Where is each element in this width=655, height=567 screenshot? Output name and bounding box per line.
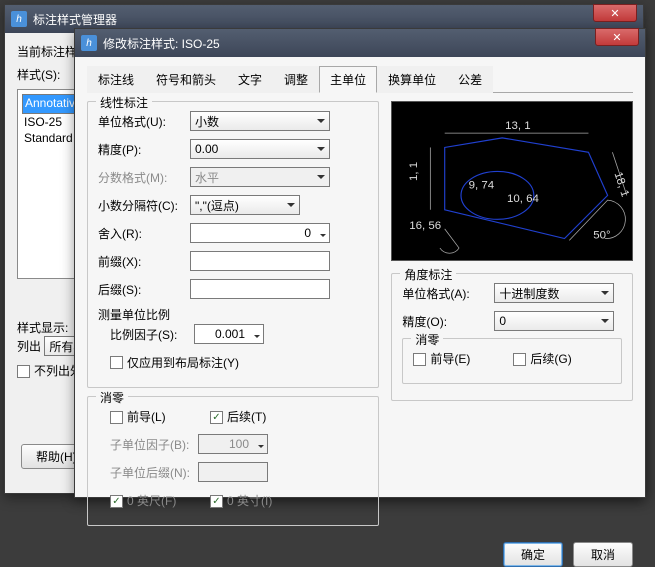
tab-alt-units[interactable]: 换算单位 — [377, 66, 447, 93]
leading-checkbox[interactable] — [110, 411, 123, 424]
layout-only-checkbox[interactable] — [110, 356, 123, 369]
prefix-label: 前缀(X): — [98, 253, 190, 270]
fraction-label: 分数格式(M): — [98, 169, 190, 186]
app-icon: h — [11, 11, 27, 27]
ok-button[interactable]: 确定 — [503, 542, 563, 567]
ang-format-label: 单位格式(A): — [402, 285, 494, 302]
dialog-footer: 确定 取消 — [87, 534, 633, 567]
svg-text:50°: 50° — [594, 229, 611, 241]
ang-precision-label: 精度(O): — [402, 313, 494, 330]
round-input[interactable] — [190, 223, 330, 243]
suffix-input[interactable] — [190, 279, 330, 299]
parent-close-button[interactable]: ✕ — [593, 4, 637, 22]
subsuffix-input — [198, 462, 268, 482]
ang-leading-checkbox[interactable] — [413, 353, 426, 366]
decsep-label: 小数分隔符(C): — [98, 197, 190, 214]
tab-arrows[interactable]: 符号和箭头 — [145, 66, 227, 93]
angular-group: 角度标注 单位格式(A): 精度(O): 消零 前导(E) 后续(G) — [391, 273, 633, 401]
linear-group: 线性标注 单位格式(U): 精度(P): 分数格式(M): 小数分隔符(C): … — [87, 101, 379, 388]
svg-text:16, 56: 16, 56 — [410, 220, 442, 232]
factor-input[interactable] — [194, 324, 264, 344]
round-label: 舍入(R): — [98, 225, 190, 242]
tab-fit[interactable]: 调整 — [273, 66, 319, 93]
suffix-label: 后缀(S): — [98, 281, 190, 298]
svg-text:1, 1: 1, 1 — [408, 162, 420, 181]
noext-checkbox[interactable] — [17, 365, 30, 378]
svg-text:18, 1: 18, 1 — [612, 171, 631, 199]
child-titlebar: h 修改标注样式: ISO-25 ✕ — [75, 29, 645, 57]
parent-title: 标注样式管理器 — [33, 11, 637, 28]
ang-precision-select[interactable] — [494, 311, 614, 331]
precision-label: 精度(P): — [98, 141, 190, 158]
layout-only-label: 仅应用到布局标注(Y) — [127, 354, 239, 371]
list-caption: 列出 — [17, 340, 41, 354]
styles-label: 样式(S): — [17, 66, 75, 83]
feet-label: 0 英尺(F) — [127, 494, 176, 508]
factor-label: 比例因子(S): — [110, 326, 194, 343]
tab-tolerance[interactable]: 公差 — [447, 66, 493, 93]
ang-trailing-checkbox[interactable] — [513, 353, 526, 366]
ang-format-select[interactable] — [494, 283, 614, 303]
prefix-input[interactable] — [190, 251, 330, 271]
svg-text:9, 74: 9, 74 — [469, 180, 495, 192]
zero-title: 消零 — [96, 389, 128, 406]
fraction-select — [190, 167, 330, 187]
modify-dimstyle-dialog: h 修改标注样式: ISO-25 ✕ 标注线 符号和箭头 文字 调整 主单位 换… — [74, 28, 646, 498]
tab-primary-units[interactable]: 主单位 — [319, 66, 377, 93]
leading-label: 前导(L) — [127, 410, 166, 424]
child-close-button[interactable]: ✕ — [595, 28, 639, 46]
child-title: 修改标注样式: ISO-25 — [103, 35, 639, 52]
tab-lines[interactable]: 标注线 — [87, 66, 145, 93]
scale-title: 测量单位比例 — [98, 308, 170, 322]
angular-title: 角度标注 — [400, 266, 456, 283]
trailing-checkbox[interactable]: ✓ — [210, 411, 223, 424]
svg-text:10, 64: 10, 64 — [507, 193, 540, 205]
tab-text[interactable]: 文字 — [227, 66, 273, 93]
linear-title: 线性标注 — [96, 94, 152, 111]
inch-label: 0 英寸(I) — [227, 494, 272, 508]
subfactor-input — [198, 434, 268, 454]
unit-format-select[interactable] — [190, 111, 330, 131]
precision-select[interactable] — [190, 139, 330, 159]
subfactor-label: 子单位因子(B): — [110, 436, 198, 453]
unit-format-label: 单位格式(U): — [98, 113, 190, 130]
ang-zero-title: 消零 — [411, 331, 443, 348]
tab-strip: 标注线 符号和箭头 文字 调整 主单位 换算单位 公差 — [87, 65, 633, 93]
app-icon: h — [81, 35, 97, 51]
cancel-button[interactable]: 取消 — [573, 542, 633, 567]
trailing-label: 后续(T) — [227, 410, 266, 424]
subsuffix-label: 子单位后缀(N): — [110, 464, 198, 481]
scale-subgroup: 测量单位比例 比例因子(S): 仅应用到布局标注(Y) — [98, 306, 368, 373]
ang-trailing-label: 后续(G) — [530, 352, 571, 366]
svg-text:13, 1: 13, 1 — [506, 120, 532, 132]
decsep-select[interactable] — [190, 195, 300, 215]
zero-group: 消零 前导(L) ✓后续(T) 子单位因子(B): 子单位后缀(N): ✓0 英… — [87, 396, 379, 526]
feet-checkbox: ✓ — [110, 495, 123, 508]
inch-checkbox: ✓ — [210, 495, 223, 508]
preview-label: 样式显示: — [17, 321, 68, 335]
ang-zero-group: 消零 前导(E) 后续(G) — [402, 338, 622, 384]
preview-pane: 13, 1 1, 1 18, 1 16, 56 9, 74 10, 64 50° — [391, 101, 633, 261]
ang-leading-label: 前导(E) — [430, 352, 470, 366]
